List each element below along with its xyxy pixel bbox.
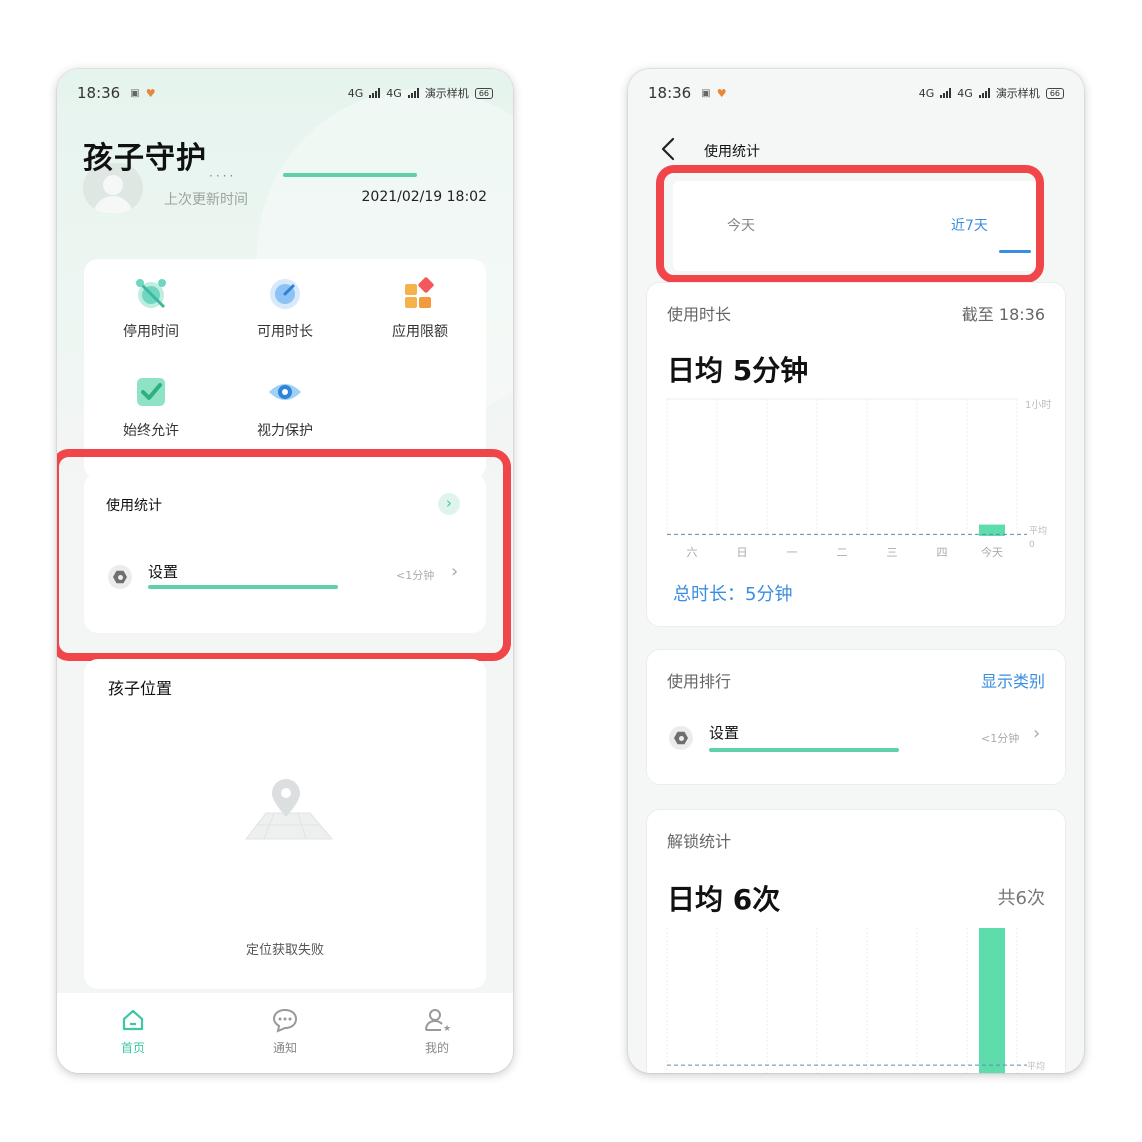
battery-icon: 66 bbox=[1045, 87, 1064, 99]
usage-duration-label: 使用时长 bbox=[667, 305, 732, 324]
update-time-label: 上次更新时间 bbox=[164, 192, 248, 208]
app-blocks-icon bbox=[402, 275, 438, 311]
usage-ranking-card: 使用排行 显示类别 设置 <1分钟 › bbox=[646, 649, 1066, 785]
nav-title: 使用统计 bbox=[704, 144, 760, 160]
update-time-value: 2021/02/19 18:02 bbox=[361, 189, 488, 205]
network-label-1: 4G bbox=[918, 86, 935, 100]
location-title: 孩子位置 bbox=[108, 679, 173, 698]
signal-icon bbox=[940, 88, 952, 98]
feature-app-limits[interactable]: 应用限额 bbox=[365, 275, 475, 341]
feature-label: 视力保护 bbox=[257, 423, 313, 439]
highlight-frame bbox=[656, 165, 1044, 283]
chevron-right-icon[interactable]: › bbox=[1033, 723, 1040, 744]
masked-device-name: ···· bbox=[209, 169, 237, 183]
feature-allowed-time[interactable]: 可用时长 bbox=[230, 275, 340, 341]
signal-icon bbox=[369, 88, 381, 98]
gallery-icon: ▣ bbox=[701, 87, 711, 99]
app-usage-time: <1分钟 bbox=[981, 732, 1020, 745]
heart-icon: ♥ bbox=[145, 86, 156, 100]
average-label: 平均 bbox=[1029, 524, 1047, 536]
gallery-icon: ▣ bbox=[130, 87, 140, 99]
bar bbox=[979, 928, 1005, 1073]
eye-icon bbox=[267, 374, 303, 410]
usage-duration-card: 使用时长 截至 18:36 日均 5分钟 六 日 一 二 三 四 今天 1小时平均 0 总时长：… bbox=[646, 282, 1066, 627]
network-label-1: 4G bbox=[347, 86, 364, 100]
x-tick-label: 六 bbox=[687, 546, 698, 559]
feature-eye-care[interactable]: 视力保护 bbox=[230, 374, 340, 440]
feature-label: 停用时间 bbox=[123, 324, 179, 340]
location-error-text: 定位获取失败 bbox=[245, 943, 324, 958]
home-screen: 18:36 ▣ ♥ 4G 4G 演示样机 66 孩子守护 ···· 上次更新时间… bbox=[57, 69, 513, 1073]
total-unlocks: 共6次 bbox=[997, 888, 1045, 909]
ranking-label: 使用排行 bbox=[667, 672, 732, 691]
network-label-2: 4G bbox=[957, 86, 973, 100]
app-name: 设置 bbox=[709, 724, 740, 742]
masked-name-bar bbox=[283, 173, 417, 177]
battery-icon: 66 bbox=[474, 87, 493, 99]
feature-label: 可用时长 bbox=[257, 324, 313, 340]
stats-screen: 18:36 ▣ ♥ 4G 4G 演示样机 66 使用统计 今天 近7天 使用时长… bbox=[628, 69, 1084, 1073]
checkmark-icon bbox=[133, 374, 169, 410]
tab-label: 首页 bbox=[120, 1041, 145, 1055]
location-card: 孩子位置 定位获取失败 bbox=[84, 659, 486, 989]
page-title: 孩子守护 bbox=[83, 141, 207, 176]
duration-chart: 六 日 一 二 三 四 今天 1小时平均 0 bbox=[647, 391, 1067, 571]
back-arrow-icon[interactable] bbox=[660, 137, 676, 165]
user-icon: ★ bbox=[361, 1007, 513, 1033]
status-time: 18:36 bbox=[77, 84, 121, 102]
tab-label: 我的 bbox=[424, 1041, 449, 1055]
highlight-frame bbox=[57, 449, 511, 661]
bottom-tab-bar: 首页 通知 ★ 我的 bbox=[57, 993, 513, 1073]
feature-label: 应用限额 bbox=[392, 324, 448, 340]
home-icon bbox=[57, 1007, 209, 1033]
x-tick-label: 四 bbox=[937, 546, 948, 559]
tab-label: 通知 bbox=[272, 1041, 297, 1055]
feature-always-allowed[interactable]: 始终允许 bbox=[96, 374, 206, 440]
feature-label: 始终允许 bbox=[123, 423, 179, 439]
as-of-time: 截至 18:36 bbox=[961, 305, 1045, 324]
unlock-chart: 平均 bbox=[647, 920, 1067, 1073]
x-tick-label: 三 bbox=[887, 546, 898, 559]
feature-grid-card: 停用时间 可用时长 应用限额 始终允许 视力保护 bbox=[84, 259, 486, 479]
show-category-toggle[interactable]: 显示类别 bbox=[981, 668, 1045, 692]
signal-icon-2 bbox=[978, 88, 990, 98]
daily-average-unlocks: 日均 6次 bbox=[667, 883, 781, 916]
dial-icon bbox=[267, 275, 303, 311]
tab-home[interactable]: 首页 bbox=[57, 993, 209, 1073]
carrier-label: 演示样机 bbox=[424, 87, 469, 100]
svg-text:★: ★ bbox=[443, 1024, 451, 1033]
x-tick-label: 二 bbox=[837, 546, 848, 559]
average-label: 平均 bbox=[1027, 1060, 1045, 1072]
unlock-label: 解锁统计 bbox=[667, 832, 732, 851]
x-tick-label: 今天 bbox=[981, 545, 1003, 559]
y-max-label: 1小时 bbox=[1025, 399, 1051, 411]
network-label-2: 4G bbox=[386, 86, 402, 100]
zero-label: 0 bbox=[1029, 540, 1035, 550]
daily-average-duration: 日均 5分钟 bbox=[667, 354, 809, 387]
total-duration: 总时长：5分钟 bbox=[673, 584, 793, 605]
status-bar: 18:36 ▣ ♥ 4G 4G 演示样机 66 bbox=[57, 69, 513, 117]
settings-app-icon bbox=[669, 726, 693, 750]
usage-bar bbox=[709, 748, 899, 752]
status-bar: 18:36 ▣ ♥ 4G 4G 演示样机 66 bbox=[628, 69, 1084, 117]
tab-profile[interactable]: ★ 我的 bbox=[361, 993, 513, 1073]
carrier-label: 演示样机 bbox=[995, 87, 1040, 100]
x-tick-label: 一 bbox=[787, 546, 798, 559]
feature-downtime[interactable]: 停用时间 bbox=[96, 275, 206, 341]
map-pin-icon bbox=[234, 777, 338, 851]
unlock-stats-card: 解锁统计 日均 6次 共6次 平均 bbox=[646, 809, 1066, 1073]
heart-icon: ♥ bbox=[716, 86, 727, 100]
tab-notifications[interactable]: 通知 bbox=[209, 993, 361, 1073]
signal-icon-2 bbox=[407, 88, 419, 98]
status-time: 18:36 bbox=[648, 84, 692, 102]
alarm-clock-icon bbox=[133, 275, 169, 311]
chat-bubble-icon bbox=[209, 1007, 361, 1033]
x-tick-label: 日 bbox=[737, 546, 748, 559]
